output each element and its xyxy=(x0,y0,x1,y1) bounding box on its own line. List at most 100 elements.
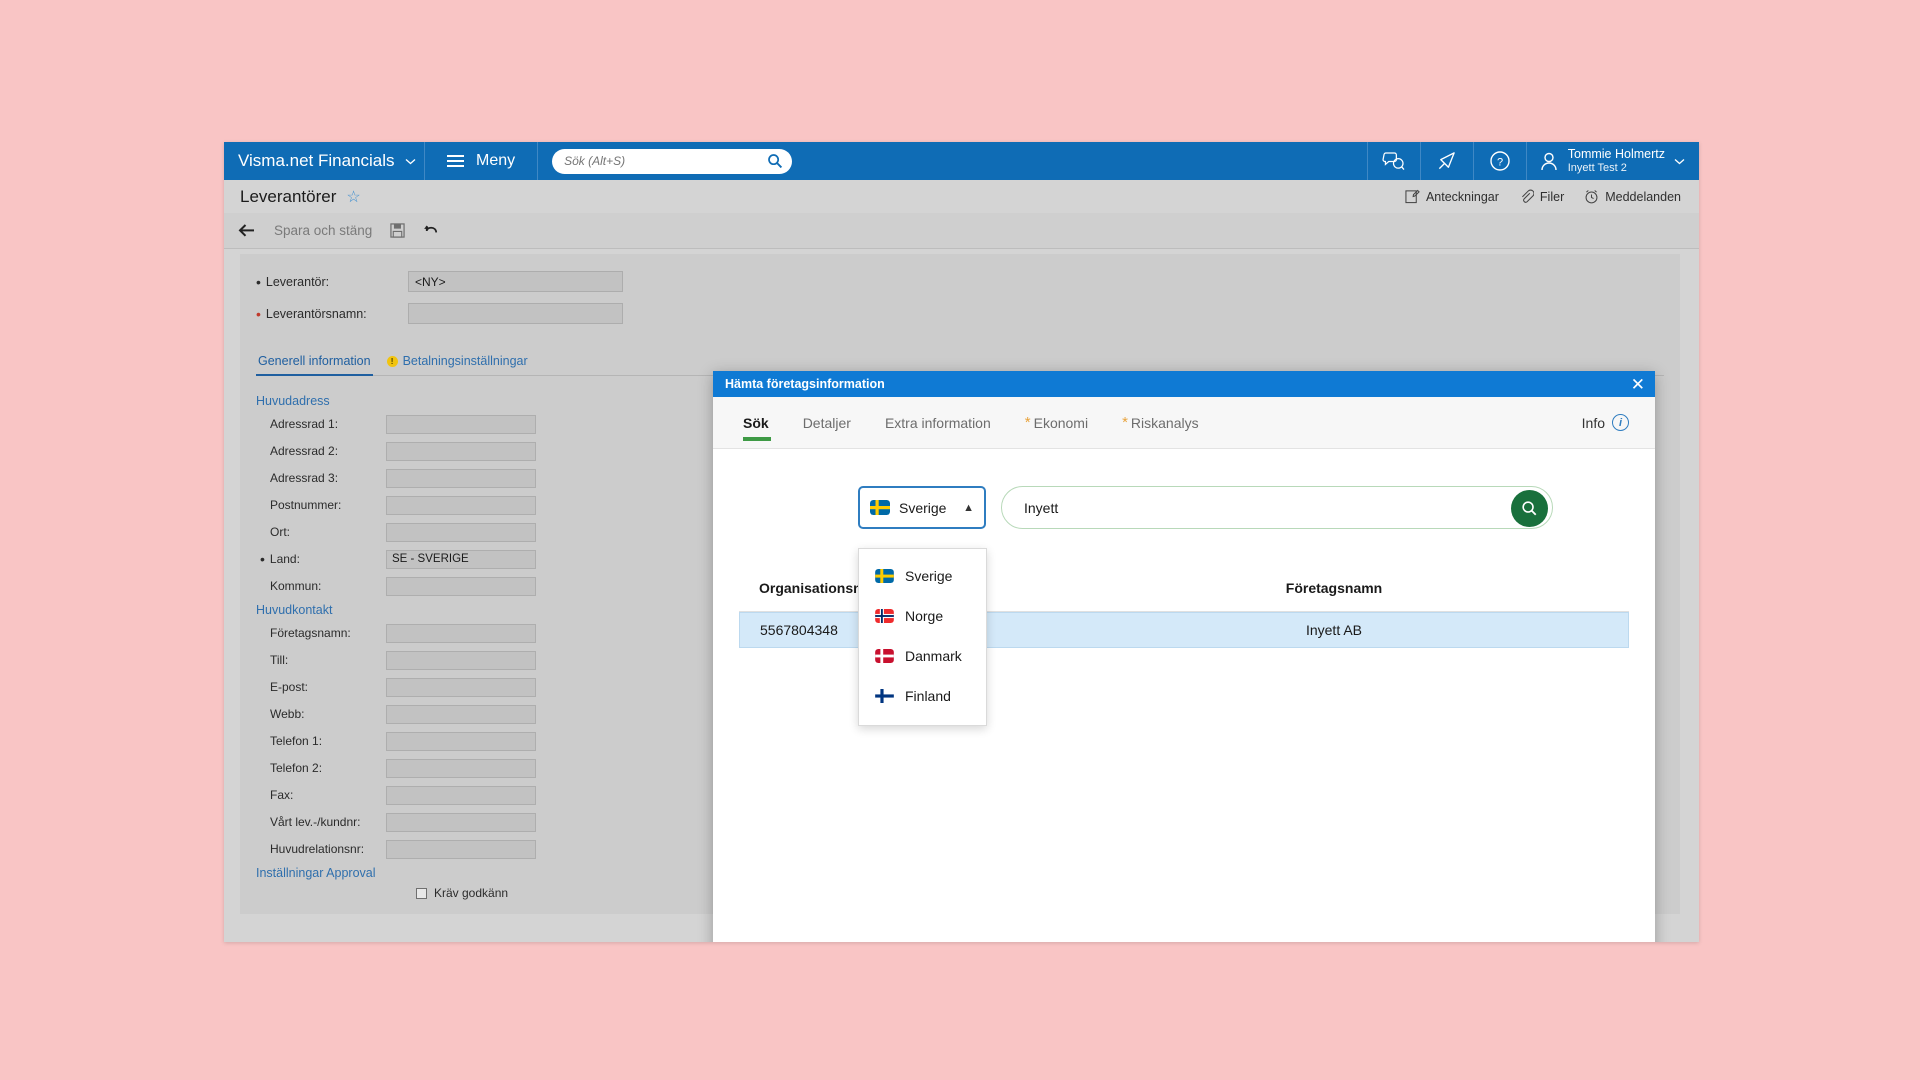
ort-input[interactable] xyxy=(386,522,536,542)
foretagsnamn-input[interactable] xyxy=(386,623,536,643)
asterisk-icon: * xyxy=(1024,414,1031,431)
user-name: Tommie Holmertz xyxy=(1567,147,1665,162)
country-option-label: Danmark xyxy=(905,648,962,664)
country-option-finland[interactable]: Finland xyxy=(859,676,986,716)
global-search[interactable] xyxy=(552,148,793,174)
files-button[interactable]: Filer xyxy=(1519,189,1564,204)
label-text: Leverantör: xyxy=(265,274,330,289)
required-marker: • xyxy=(260,551,265,567)
field-label: Webb: xyxy=(270,707,305,721)
form-header-fields: • Leverantör: <NY> • Leverantörsnamn: xyxy=(240,254,1680,336)
star-icon[interactable]: ☆ xyxy=(346,187,360,207)
action-toolbar: Spara och stäng xyxy=(224,213,1699,249)
tab-label: Detaljer xyxy=(802,414,851,431)
company-info-modal: Hämta företagsinformation ✕ Sök Detaljer… xyxy=(713,371,1655,942)
tab-extra-information[interactable]: Extra information xyxy=(885,397,991,449)
note-icon xyxy=(1405,189,1420,204)
vart-lev-kundnr-input[interactable] xyxy=(386,812,536,832)
notes-button[interactable]: Anteckningar xyxy=(1405,189,1499,204)
krav-godkann-label: Kräv godkänn xyxy=(434,886,509,900)
company-search-input[interactable] xyxy=(1024,499,1494,516)
megaphone-icon[interactable] xyxy=(1421,142,1473,180)
country-option-norge[interactable]: Norge xyxy=(859,596,986,636)
search-input[interactable] xyxy=(552,148,793,174)
tab-label: Sök xyxy=(743,414,769,431)
search-icon[interactable] xyxy=(767,153,783,169)
telefon-1-input[interactable] xyxy=(386,731,536,751)
floppy-icon xyxy=(390,223,405,238)
undo-icon xyxy=(424,225,438,233)
search-button[interactable] xyxy=(1511,490,1548,527)
leverantorsnamn-input[interactable] xyxy=(408,303,623,324)
adressrad-2-input[interactable] xyxy=(386,441,536,461)
topbar-actions: ? Tommie Holmertz Inyett Test 2 xyxy=(1366,142,1699,180)
tab-label: Riskanalys xyxy=(1130,414,1199,431)
tab-sok[interactable]: Sök xyxy=(743,397,771,449)
alarm-icon xyxy=(1585,190,1598,204)
field-label: • Land: xyxy=(256,552,386,566)
screen: Visma.net Financials Meny Sök (Alt+S) ? … xyxy=(0,0,1920,1080)
menu-button[interactable]: Meny xyxy=(425,142,537,180)
till-input[interactable] xyxy=(386,650,536,670)
app-window: Visma.net Financials Meny Sök (Alt+S) ? … xyxy=(224,142,1699,942)
tab-ekonomi[interactable]: * Ekonomi xyxy=(1025,397,1088,449)
field-leverantor: • Leverantör: <NY> xyxy=(256,268,1680,295)
chevron-up-icon[interactable]: ▲ xyxy=(963,502,974,514)
modal-title-text: Hämta företagsinformation xyxy=(725,377,885,391)
tab-riskanalys[interactable]: * Riskanalys xyxy=(1122,397,1199,449)
huvudrelationsnr-input[interactable] xyxy=(386,839,536,859)
leverantor-input[interactable]: <NY> xyxy=(408,271,623,292)
undo-button[interactable] xyxy=(423,223,440,238)
info-button[interactable]: Info i xyxy=(1582,414,1629,431)
company-search-field[interactable] xyxy=(1001,486,1553,529)
field-label: Adressrad 2: xyxy=(270,444,339,458)
warning-icon: ! xyxy=(386,356,398,367)
close-icon[interactable]: ✕ xyxy=(1631,376,1645,393)
telefon-2-input[interactable] xyxy=(386,758,536,778)
notes-label: Anteckningar xyxy=(1425,189,1499,204)
chat-icon[interactable] xyxy=(1368,142,1420,180)
krav-godkann-checkbox[interactable] xyxy=(416,887,427,899)
divider xyxy=(537,142,539,180)
field-label: Adressrad 1: xyxy=(270,417,339,431)
fax-input[interactable] xyxy=(386,785,536,805)
field-label: Telefon 2: xyxy=(270,761,323,775)
info-icon: i xyxy=(1612,414,1629,431)
adressrad-3-input[interactable] xyxy=(386,468,536,488)
postnummer-input[interactable] xyxy=(386,495,536,515)
country-option-danmark[interactable]: Danmark xyxy=(859,636,986,676)
save-and-close-button[interactable]: Spara och stäng xyxy=(274,223,372,238)
field-label: • Leverantörsnamn: xyxy=(256,307,408,321)
user-org: Inyett Test 2 xyxy=(1567,161,1627,174)
country-select[interactable]: Sverige ▲ xyxy=(858,486,986,529)
field-label: Till: xyxy=(270,653,289,667)
adressrad-1-input[interactable] xyxy=(386,414,536,434)
epost-input[interactable] xyxy=(386,677,536,697)
brand-logo[interactable]: Visma.net Financials xyxy=(224,142,424,180)
files-label: Filer xyxy=(1539,189,1565,204)
required-marker: • xyxy=(256,305,261,322)
chevron-down-icon[interactable] xyxy=(1674,158,1685,165)
modal-title-bar: Hämta företagsinformation ✕ xyxy=(713,371,1655,397)
help-icon[interactable]: ? xyxy=(1474,142,1526,180)
chevron-down-icon[interactable] xyxy=(405,158,416,165)
field-label: E-post: xyxy=(270,680,309,694)
tab-label: Generell information xyxy=(258,354,371,368)
webb-input[interactable] xyxy=(386,704,536,724)
kommun-input[interactable] xyxy=(386,576,536,596)
save-button[interactable] xyxy=(390,223,405,238)
arrow-left-icon xyxy=(238,224,254,237)
tab-detaljer[interactable]: Detaljer xyxy=(803,397,851,449)
land-input[interactable]: SE - SVERIGE xyxy=(386,549,536,569)
country-option-sverige[interactable]: Sverige xyxy=(859,556,986,596)
flag-sweden-icon xyxy=(875,569,894,583)
modal-tab-strip: Sök Detaljer Extra information * Ekonomi… xyxy=(713,397,1655,449)
field-label: • Leverantör: xyxy=(256,275,408,289)
tab-generell-information[interactable]: Generell information xyxy=(256,354,385,376)
back-button[interactable] xyxy=(238,223,256,238)
messages-button[interactable]: Meddelanden xyxy=(1584,189,1681,204)
column-header-foretagsnamn: Företagsnamn xyxy=(1285,580,1383,596)
tab-betalningsinstallningar[interactable]: ! Betalningsinställningar xyxy=(385,354,542,375)
tab-label: Ekonomi xyxy=(1033,414,1089,431)
user-menu[interactable]: Tommie Holmertz Inyett Test 2 xyxy=(1527,142,1699,180)
